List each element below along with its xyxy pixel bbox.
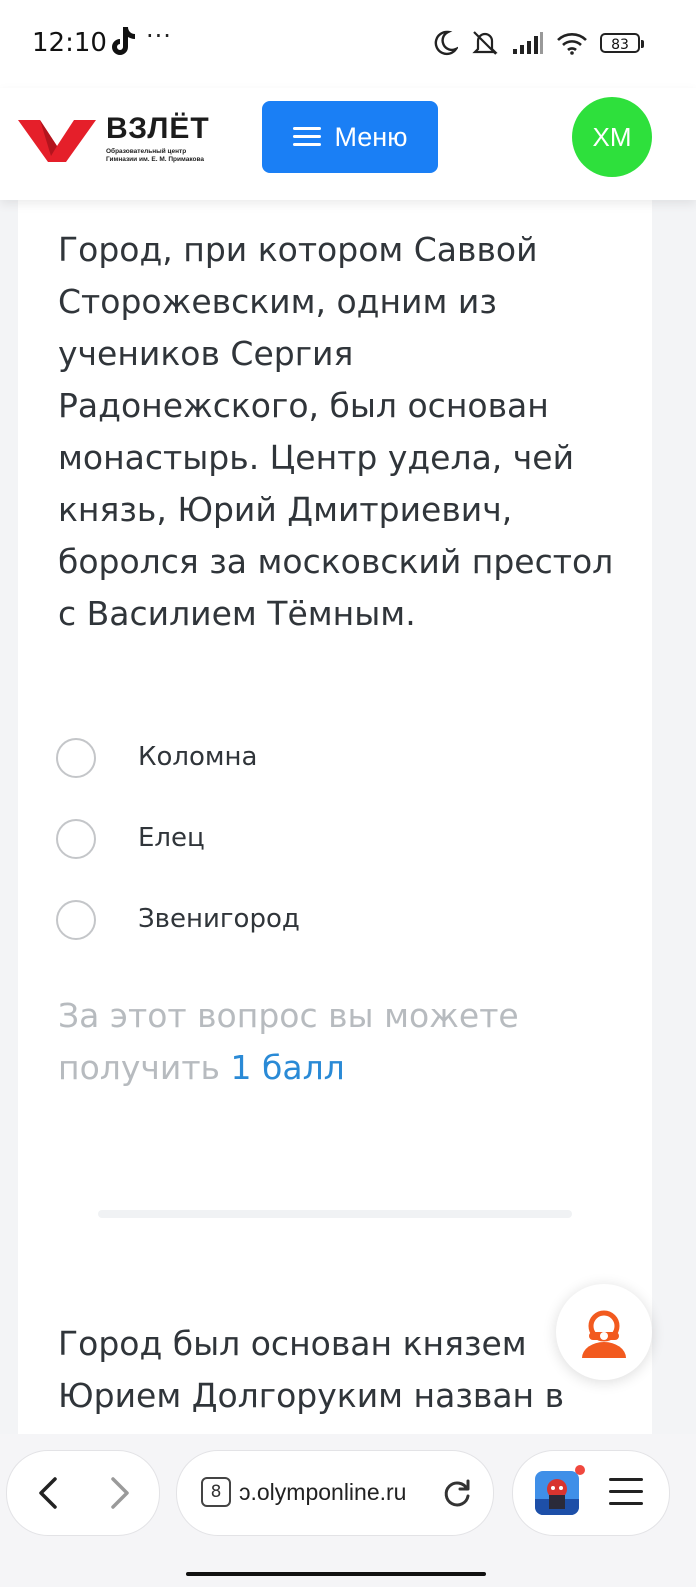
status-more-icon: ··· xyxy=(146,22,172,50)
browser-menu-icon[interactable] xyxy=(609,1477,643,1507)
status-bar: 12:10 ··· 83 xyxy=(0,0,696,88)
support-agent-icon xyxy=(582,1310,626,1358)
forward-arrow-icon[interactable] xyxy=(99,1473,139,1513)
question-divider xyxy=(98,1210,572,1218)
menu-burger-icon xyxy=(292,126,321,148)
answer-options: Коломна Елец Звенигород xyxy=(56,736,616,979)
logo-subtitle: Образовательный центр Гимназии им. Е. М.… xyxy=(106,148,205,163)
next-question-text: Город был основан князем Юрием Долгоруки… xyxy=(58,1324,565,1415)
support-chat-button[interactable] xyxy=(556,1284,652,1380)
radio-button[interactable] xyxy=(56,738,96,778)
question-text: Город, при котором Саввой Сторожевским, … xyxy=(58,230,614,633)
wifi-icon xyxy=(557,33,587,55)
answer-option[interactable]: Звенигород xyxy=(56,898,616,979)
address-bar[interactable]: 8 ɔ.olymponline.ru xyxy=(176,1450,494,1536)
logo-mark-icon xyxy=(18,120,96,162)
answer-option-label: Коломна xyxy=(138,742,258,772)
tiktok-icon xyxy=(112,27,135,55)
navigation-group xyxy=(6,1450,160,1536)
radio-button[interactable] xyxy=(56,900,96,940)
moon-icon xyxy=(434,30,458,56)
signal-icon xyxy=(513,32,543,54)
points-info: За этот вопрос вы можете получить 1 балл xyxy=(58,990,578,1094)
back-arrow-icon[interactable] xyxy=(29,1473,69,1513)
notification-dot xyxy=(575,1465,585,1475)
home-indicator xyxy=(186,1572,486,1576)
menu-button[interactable]: Меню xyxy=(262,101,438,173)
answer-option[interactable]: Елец xyxy=(56,817,616,898)
battery-icon: 83 xyxy=(600,33,644,53)
browser-actions xyxy=(512,1450,670,1536)
points-value: 1 балл xyxy=(230,1048,345,1087)
status-time: 12:10 xyxy=(32,28,107,58)
reload-icon[interactable] xyxy=(441,1477,473,1509)
answer-option[interactable]: Коломна xyxy=(56,736,616,817)
url-text[interactable]: ɔ.olymponline.ru xyxy=(239,1479,439,1506)
logo-title: ВЗЛЁТ xyxy=(106,112,210,145)
answer-option-label: Звенигород xyxy=(138,904,300,934)
bell-muted-icon xyxy=(472,31,498,55)
game-extension-icon[interactable] xyxy=(535,1471,579,1515)
site-header: ВЗЛЁТ Образовательный центр Гимназии им.… xyxy=(0,88,696,200)
radio-button[interactable] xyxy=(56,819,96,859)
tab-count-badge[interactable]: 8 xyxy=(201,1477,231,1507)
vzlet-logo[interactable]: ВЗЛЁТ Образовательный центр Гимназии им.… xyxy=(18,112,218,172)
question-card: Город, при котором Саввой Сторожевским, … xyxy=(18,200,652,1440)
menu-button-label: Меню xyxy=(334,121,408,152)
browser-bottom-bar: 8 ɔ.olymponline.ru xyxy=(0,1434,696,1587)
user-avatar[interactable]: ХМ xyxy=(572,97,652,177)
answer-option-label: Елец xyxy=(138,823,205,853)
